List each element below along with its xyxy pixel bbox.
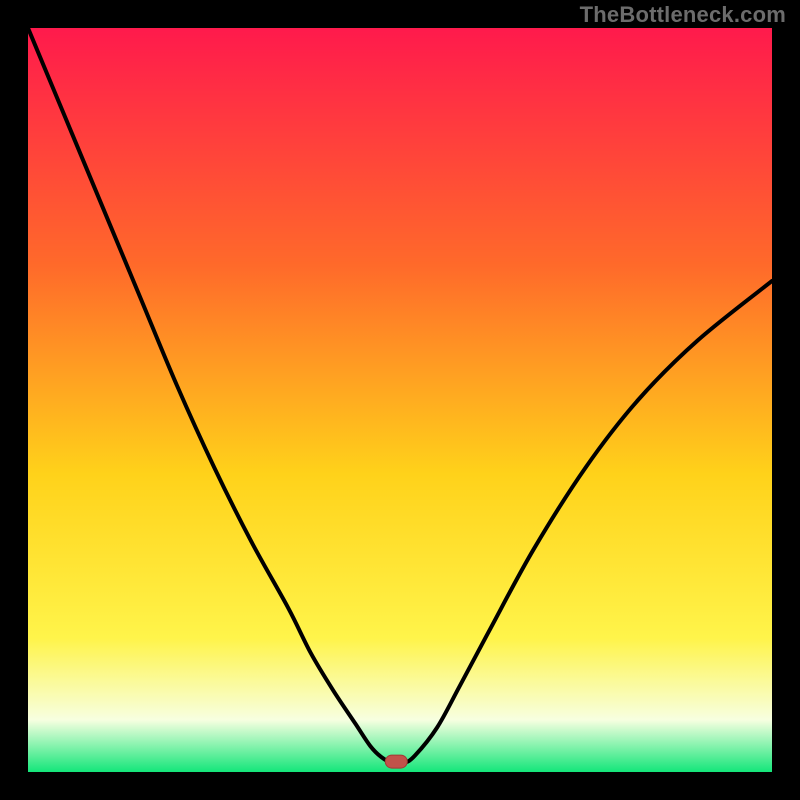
plot-area [28, 28, 772, 772]
bottleneck-chart [28, 28, 772, 772]
chart-frame: TheBottleneck.com [0, 0, 800, 800]
watermark-text: TheBottleneck.com [580, 2, 786, 28]
gradient-background [28, 28, 772, 772]
optimal-marker [385, 755, 407, 768]
